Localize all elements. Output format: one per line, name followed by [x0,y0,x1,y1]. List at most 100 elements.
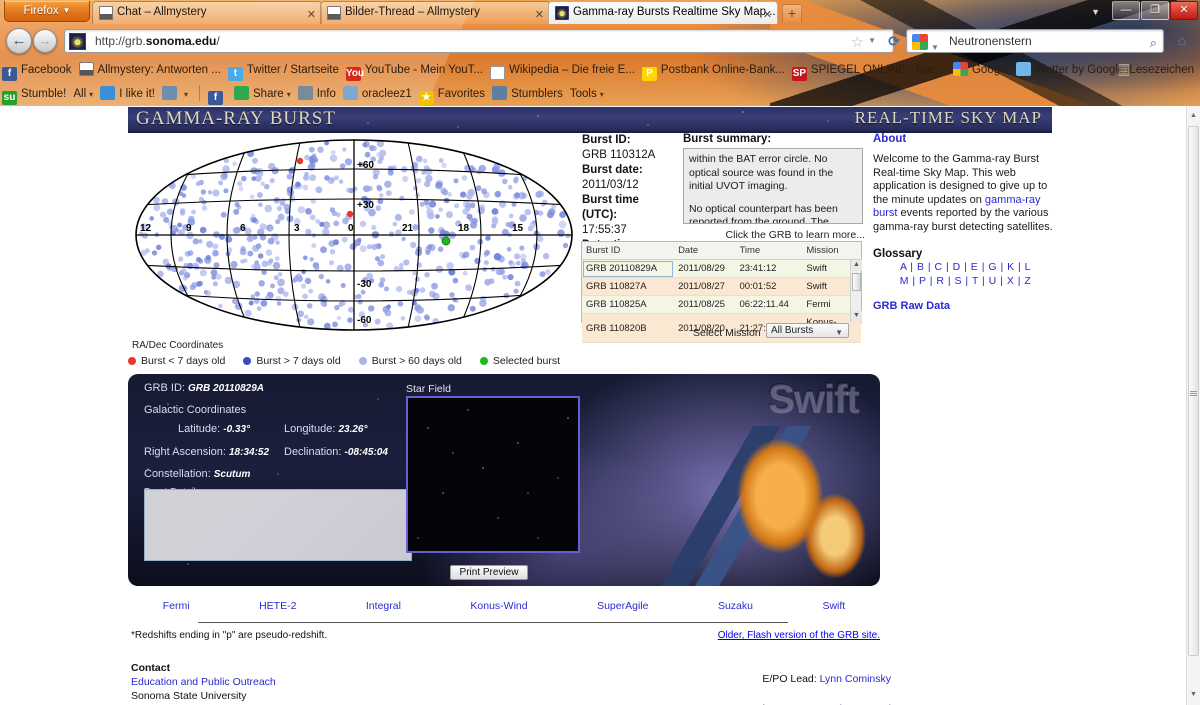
burst-marker[interactable] [403,259,410,266]
burst-marker[interactable] [178,270,185,276]
burst-marker[interactable] [491,216,499,223]
burst-marker[interactable] [452,277,459,284]
burst-marker[interactable] [177,222,182,228]
chevron-down-icon[interactable]: ▼ [931,37,939,59]
bookmark-item-spiegel-online-nac[interactable]: SP SPIEGEL ONLINE - Nac... [790,58,951,82]
burst-marker[interactable] [392,221,398,227]
burst-marker[interactable] [204,290,211,297]
burst-marker[interactable] [301,269,306,275]
maximize-button[interactable]: ❐ [1141,1,1169,20]
burst-marker[interactable] [309,174,317,182]
burst-marker[interactable] [440,187,447,194]
burst-marker[interactable] [230,260,238,269]
burst-marker[interactable] [335,212,341,218]
scroll-down-icon[interactable]: ▼ [1187,687,1200,703]
burst-marker[interactable] [372,174,379,180]
burst-marker[interactable] [248,300,254,306]
burst-marker[interactable] [426,244,433,250]
burst-marker[interactable] [234,201,240,208]
burst-marker[interactable] [380,254,386,260]
burst-marker[interactable] [267,237,275,245]
burst-marker[interactable] [187,250,194,256]
burst-marker[interactable] [397,301,404,307]
bookmark-item-facebook[interactable]: f Facebook [0,58,77,82]
bookmark-item-stumble[interactable]: su Stumble! [0,82,71,106]
burst-marker[interactable] [428,227,435,234]
burst-marker[interactable] [449,292,455,298]
search-input[interactable]: ▼ Neutronenstern ⌕ [906,29,1164,53]
mission-link-superagile[interactable]: SuperAgile [597,600,648,612]
burst-marker[interactable] [225,235,233,243]
burst-marker[interactable] [506,246,512,252]
burst-marker[interactable] [435,181,443,190]
burst-marker[interactable] [200,189,207,195]
grb-raw-data-link[interactable]: GRB Raw Data [873,300,950,312]
table-row[interactable]: GRB 110827A 2011/08/27 00:01:52 Swift [582,277,861,296]
scrollbar-thumb[interactable] [852,273,861,291]
burst-marker[interactable] [485,235,491,241]
burst-marker[interactable] [424,181,431,188]
burst-marker[interactable] [394,213,402,222]
burst-marker[interactable] [341,236,348,243]
close-window-button[interactable]: ✕ [1170,1,1198,20]
chevron-down-icon[interactable]: ▾ [600,90,604,99]
burst-marker[interactable] [402,175,409,183]
burst-summary-box[interactable]: within the BAT error circle. No optical … [683,148,863,224]
bookmark-item-favorites[interactable]: ★ Favorites [417,82,490,106]
column-header-mission[interactable]: Mission [802,242,861,260]
bookmark-item-i-like-it[interactable]: I like it! [98,82,160,106]
burst-marker[interactable] [277,272,283,277]
burst-marker[interactable] [333,239,339,246]
burst-marker[interactable] [306,303,313,309]
burst-marker[interactable] [362,185,370,193]
burst-marker[interactable] [366,244,372,250]
burst-marker-recent[interactable] [346,210,354,218]
older-flash-version-link[interactable]: Older, Flash version of the GRB site. [548,630,880,641]
burst-marker[interactable] [368,305,375,312]
table-row[interactable]: GRB 110825A 2011/08/25 06:22:11.44 Fermi [582,295,861,314]
burst-marker[interactable] [469,244,476,251]
burst-marker[interactable] [463,251,470,258]
burst-marker[interactable] [330,150,336,155]
burst-marker[interactable] [356,293,362,299]
burst-marker[interactable] [178,256,184,262]
burst-marker[interactable] [273,275,279,281]
burst-marker[interactable] [151,250,158,256]
burst-marker[interactable] [371,224,377,231]
firefox-app-button[interactable]: Firefox ▼ [4,1,90,22]
burst-marker[interactable] [307,318,315,326]
burst-marker[interactable] [409,209,415,215]
chevron-down-icon[interactable]: ▼ [868,36,876,45]
print-preview-button[interactable]: Print Preview [450,565,528,580]
bookmark-item-stumblers[interactable]: Stumblers [490,82,568,106]
burst-marker[interactable] [491,223,497,229]
burst-marker[interactable] [268,225,274,231]
bookmark-item-wetter-by-google[interactable]: Wetter by Google [1014,58,1129,82]
epo-lead-link[interactable]: Lynn Cominsky [820,673,891,685]
search-icon[interactable]: ⌕ [1150,32,1157,54]
burst-marker[interactable] [374,318,381,325]
burst-marker[interactable] [399,195,405,201]
burst-marker[interactable] [377,259,385,267]
burst-marker[interactable] [344,158,352,166]
column-header-date[interactable]: Date [674,242,736,260]
burst-marker[interactable] [379,149,387,157]
burst-marker[interactable] [342,147,347,152]
burst-marker[interactable] [400,316,406,321]
burst-marker[interactable] [349,243,357,250]
address-bar[interactable]: http://grb.sonoma.edu/ [64,29,894,53]
burst-marker[interactable] [189,284,196,291]
mission-link-fermi[interactable]: Fermi [163,600,190,612]
burst-marker[interactable] [304,277,311,284]
burst-marker[interactable] [206,240,214,248]
burst-marker[interactable] [325,279,331,284]
burst-marker[interactable] [412,224,419,231]
mission-link-suzaku[interactable]: Suzaku [718,600,753,612]
burst-marker[interactable] [305,208,312,215]
burst-marker[interactable] [156,244,162,250]
burst-marker[interactable] [198,196,204,202]
mission-link-hete-2[interactable]: HETE-2 [259,600,296,612]
burst-marker[interactable] [477,238,484,245]
burst-marker[interactable] [314,265,320,271]
burst-marker[interactable] [286,215,294,223]
